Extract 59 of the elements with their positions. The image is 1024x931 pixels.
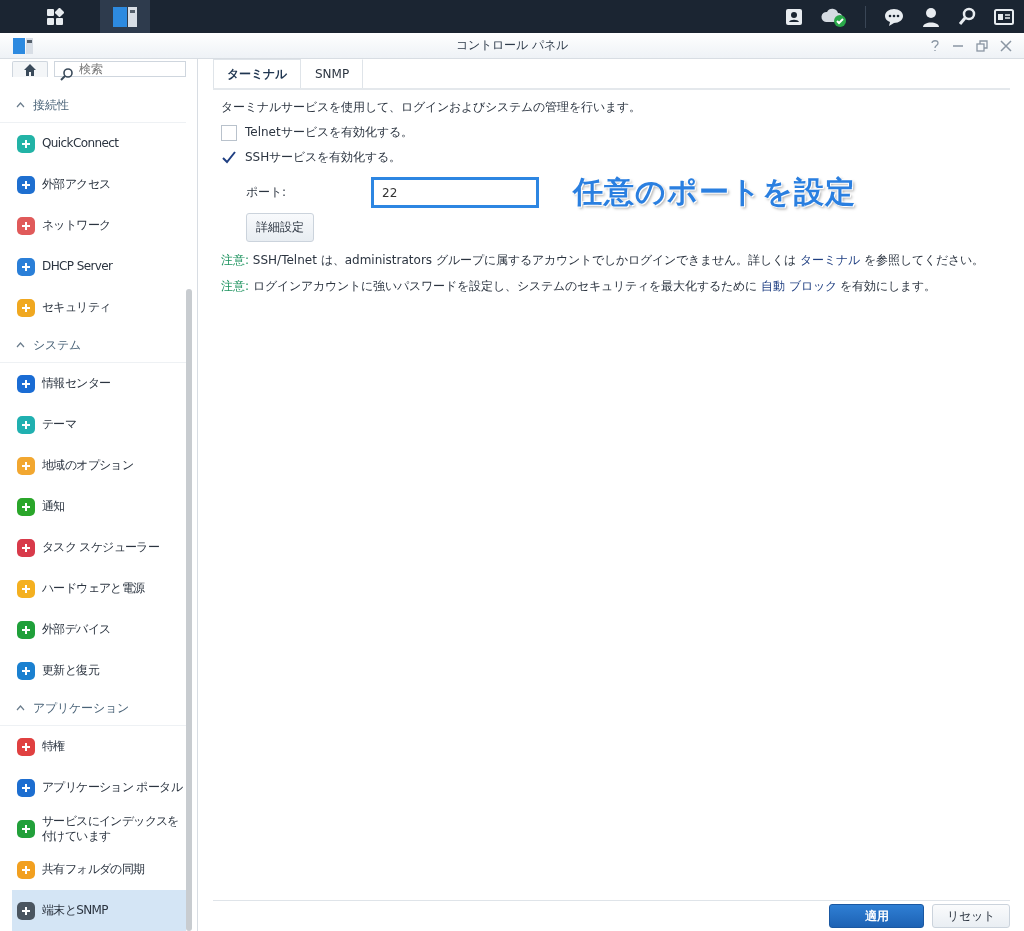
chevron-up-icon[interactable] [16, 102, 25, 108]
note-text: 注意: ログインアカウントに強いパスワードを設定し、システムのセキュリティを最大化するために 自動 ブロック を有効にします。 [221, 278, 938, 294]
checkbox[interactable] [221, 149, 237, 166]
help-icon[interactable] [930, 39, 940, 52]
description-text: ターミナルサービスを使用して、ログインおよびシステムの管理を行います。 [221, 99, 642, 116]
chat-icon[interactable] [884, 7, 904, 26]
sidebar-item[interactable]: アプリケーション ポータル [0, 767, 186, 808]
section-header: システム [33, 336, 81, 354]
note-link[interactable]: 自動 ブロック [760, 279, 837, 293]
scrollbar[interactable] [186, 289, 192, 931]
cloud-check-icon[interactable] [821, 6, 847, 27]
sidebar-item[interactable]: 端末とSNMP [12, 890, 186, 931]
chevron-up-icon[interactable] [16, 705, 25, 711]
note-text: 注意: SSH/Telnet は、administrators グループに属するアカウントでしかログインできません。詳しくは ターミナル を参照してください。 [221, 252, 985, 268]
sidebar-item[interactable]: 通知 [0, 486, 186, 527]
home-icon [23, 62, 37, 77]
sidebar-item[interactable]: タスク スケジューラー [0, 527, 186, 568]
window-title: コントロール パネル [456, 37, 568, 54]
id-card-icon[interactable] [994, 7, 1014, 26]
control-panel-icon [112, 5, 138, 28]
search-icon[interactable] [958, 6, 976, 27]
checkbox-label: SSHサービスを有効化する。 [245, 149, 402, 166]
annotation-text: 任意のポートを設定 [573, 173, 856, 211]
sidebar-item[interactable]: 特権 [0, 726, 186, 767]
control-panel-icon [12, 36, 34, 55]
chevron-up-icon[interactable] [16, 342, 25, 348]
apply-button[interactable]: 適用 [829, 904, 924, 928]
user-icon[interactable] [922, 6, 940, 27]
control-panel-taskbar-button[interactable] [100, 0, 150, 33]
checkbox[interactable] [221, 124, 237, 141]
sidebar-item[interactable]: 外部アクセス [0, 164, 186, 205]
sidebar-item[interactable]: テーマ [0, 404, 186, 445]
restore-icon[interactable] [976, 39, 988, 52]
sidebar-item[interactable]: ネットワーク [0, 205, 186, 246]
checkbox-label: Telnetサービスを有効化する。 [245, 124, 413, 141]
advanced-settings-button[interactable]: 詳細設定 [246, 213, 314, 242]
tab[interactable]: SNMP [301, 59, 364, 88]
sidebar-item[interactable]: 外部デバイス [0, 609, 186, 650]
section-header: 接続性 [33, 96, 69, 114]
sidebar-item[interactable]: サービスにインデックスを付けています [0, 808, 186, 849]
contact-card-icon[interactable] [785, 7, 803, 26]
note-link[interactable]: ターミナル [799, 253, 860, 267]
reset-button[interactable]: リセット [932, 904, 1010, 928]
port-input-field[interactable]: 22 [371, 177, 539, 208]
search-field[interactable]: 検索 [54, 61, 186, 77]
grid-icon [46, 7, 64, 26]
sidebar-item[interactable]: ハードウェアと電源 [0, 568, 186, 609]
sidebar-item[interactable]: 更新と復元 [0, 650, 186, 691]
sidebar-item[interactable]: QuickConnect [0, 123, 186, 164]
sidebar-item[interactable]: 共有フォルダの同期 [0, 849, 186, 890]
tab[interactable]: ターミナル [213, 59, 301, 88]
home-button[interactable] [12, 61, 48, 77]
sidebar-item[interactable]: セキュリティ [0, 287, 186, 328]
sidebar-item[interactable]: 地域のオプション [0, 445, 186, 486]
sidebar-item[interactable]: DHCP Server [0, 246, 186, 287]
close-icon[interactable] [1000, 39, 1012, 52]
sidebar-item[interactable]: 情報センター [0, 363, 186, 404]
port-label: ポート: [246, 184, 288, 201]
section-header: アプリケーション [33, 699, 129, 717]
